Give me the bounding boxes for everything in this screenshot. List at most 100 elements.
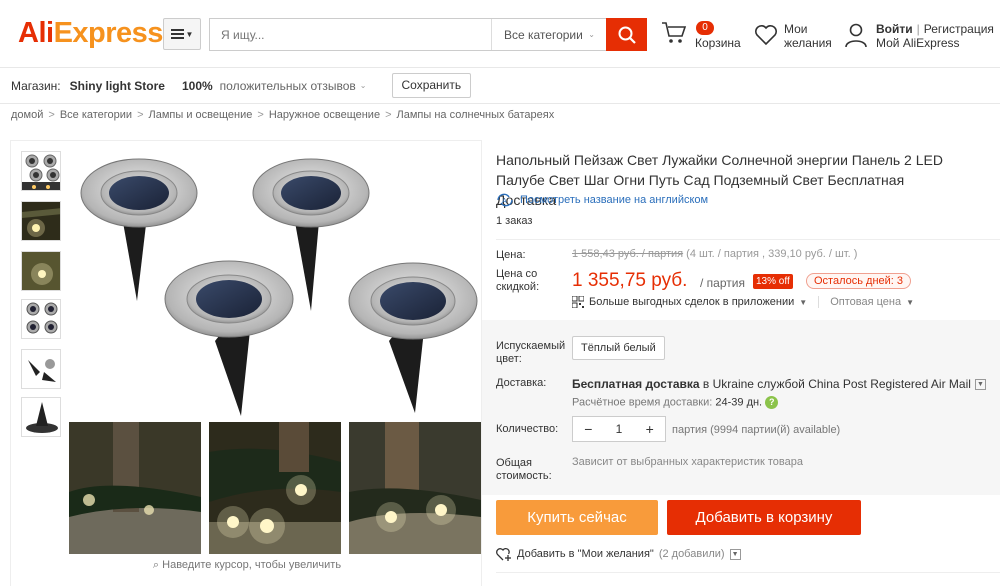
shipping-label: Доставка: (496, 377, 547, 389)
buy-now-button[interactable]: Купить сейчас (496, 500, 658, 535)
add-to-wishlist-label: Добавить в "Мои желания" (517, 548, 654, 560)
chevron-down-icon[interactable]: ▼ (729, 548, 741, 560)
store-label: Магазин: (11, 78, 61, 93)
quantity-stepper: − 1 + (572, 416, 666, 442)
svg-text:A: A (502, 198, 507, 205)
save-store-button[interactable]: Сохранить (391, 73, 472, 98)
cart-icon (662, 22, 687, 43)
wishlist-label-2: желания (784, 36, 832, 50)
product-gallery: ⌕ Наведите курсор, чтобы увеличить (10, 140, 482, 586)
product-photo-garden-3[interactable] (349, 422, 481, 554)
site-header: AliExpress ▼ Все категории ⌄ 0 Корзина М… (0, 0, 1000, 68)
main-product-image[interactable] (69, 151, 479, 421)
price-label: Цена: (496, 249, 526, 261)
breadcrumb-separator: > (385, 109, 392, 121)
search-bar: Все категории ⌄ (209, 18, 607, 51)
wishlist-label-1: Мои (784, 22, 808, 36)
breadcrumb-outdoor[interactable]: Наружное освещение (269, 109, 380, 121)
wishlist-count: (2 добавили) (658, 548, 725, 560)
sale-price-label: Цена со скидкой: (496, 268, 540, 293)
per-lot-label: / партия (700, 276, 745, 290)
total-cost-label: Общая стоимость: (496, 457, 552, 482)
shipping-method-text: в Ukraine службой China Post Registered … (699, 377, 971, 391)
wholesale-price-link[interactable]: Оптовая цена (830, 296, 901, 308)
heart-icon (755, 25, 777, 46)
delivery-time: Расчётное время доставки: 24-39 дн. ? (572, 396, 779, 409)
quantity-decrease-button[interactable]: − (573, 421, 604, 437)
delivery-time-label: Расчётное время доставки: (572, 396, 713, 409)
zoom-hint-text: Наведите курсор, чтобы увеличить (162, 559, 342, 571)
help-icon[interactable]: ? (765, 396, 779, 409)
store-name-link[interactable]: Shiny light Store (70, 79, 165, 93)
chevron-down-icon: ⌄ (359, 81, 367, 90)
add-to-wishlist-link[interactable]: Добавить в "Мои желания" (2 добавили) ▼ (496, 547, 741, 561)
breadcrumb-solar-lamps[interactable]: Лампы на солнечных батареях (397, 109, 555, 121)
caret-down-icon: ▼ (906, 297, 915, 307)
heart-plus-icon (496, 547, 511, 561)
chevron-down-icon: ⌄ (588, 30, 595, 39)
login-link[interactable]: Войти (876, 22, 913, 36)
divider (496, 239, 1000, 240)
translate-title-label: Посмотреть название на английском (520, 194, 709, 206)
category-select[interactable]: Все категории ⌄ (491, 19, 607, 50)
product-photo-garden-2[interactable] (209, 422, 341, 554)
gallery-thumbnail[interactable] (21, 299, 61, 339)
discount-badge: 13% off (753, 274, 793, 289)
categories-menu-button[interactable]: ▼ (163, 18, 201, 50)
lamp-thumbnail-image (22, 154, 60, 190)
sale-price: 1 355,75 руб. (572, 270, 688, 291)
translate-title-link[interactable]: A Посмотреть название на английском (496, 193, 708, 207)
gallery-thumbnail[interactable] (21, 349, 61, 389)
aliexpress-logo[interactable]: AliExpress (18, 17, 163, 50)
register-link[interactable]: Регистрация (924, 22, 994, 36)
store-rating-percent: 100% (181, 78, 213, 93)
account-separator: | (916, 22, 920, 36)
orders-count: 1 заказ (496, 215, 533, 227)
breadcrumb-all-categories[interactable]: Все категории (60, 109, 132, 121)
app-deals-row: Больше выгодных сделок в приложении ▼ Оп… (572, 296, 914, 308)
logo-ali: Ali (18, 17, 54, 49)
breadcrumb-home[interactable]: домой (11, 109, 43, 121)
availability-text: партия (9994 партии(й) available) (672, 424, 841, 436)
gallery-thumbnail[interactable] (21, 201, 61, 241)
add-to-cart-button[interactable]: Добавить в корзину (667, 500, 861, 535)
tree-lamps-photo-image (349, 422, 481, 554)
translate-icon: A (497, 193, 513, 207)
magnifier-icon: ⌕ (152, 559, 163, 571)
original-price-value: 1 558,43 руб. / партия (572, 248, 684, 260)
search-button[interactable] (606, 18, 647, 51)
cart-link[interactable]: 0 Корзина (661, 20, 741, 52)
shipping-method[interactable]: Бесплатная доставка в Ukraine службой Ch… (572, 377, 986, 391)
color-label: Испускаемый цвет: (496, 340, 566, 365)
lamp-set-thumbnail-image (26, 302, 58, 334)
divider (496, 572, 1000, 573)
my-aliexpress-link[interactable]: Мой AliExpress (876, 36, 960, 50)
product-info: Напольный Пейзаж Свет Лужайки Солнечной … (482, 140, 1000, 586)
original-price-note: (4 шт. / партия , 339,10 руб. / шт. ) (686, 248, 858, 260)
search-input[interactable] (210, 19, 491, 50)
user-icon (845, 23, 867, 48)
chevron-down-icon: ▼ (974, 379, 986, 391)
breadcrumb-separator: > (137, 109, 144, 121)
breadcrumb-separator: > (257, 109, 264, 121)
total-cost-value: Зависит от выбранных характеристик товар… (572, 456, 803, 468)
color-option-warm-white[interactable]: Тёплый белый (572, 336, 665, 360)
quantity-label: Количество: (496, 423, 559, 435)
garden-photo-image (69, 422, 201, 554)
gallery-thumbnail[interactable] (21, 151, 61, 191)
gallery-thumbnail[interactable] (21, 397, 61, 437)
days-left-badge: Осталось дней: 3 (806, 273, 912, 289)
lit-lamps-photo-image (209, 422, 341, 554)
product-options-panel: Испускаемый цвет: Тёплый белый Доставка:… (482, 320, 1000, 495)
breadcrumb: домой > Все категории > Лампы и освещение > На… (11, 109, 554, 121)
qr-code-icon (572, 296, 584, 308)
product-photo-garden-1[interactable] (69, 422, 201, 554)
store-rating-text[interactable]: положительных отзывов (220, 79, 356, 93)
divider (818, 296, 820, 308)
app-deals-link[interactable]: Больше выгодных сделок в приложении (589, 296, 794, 308)
gallery-thumbnail[interactable] (21, 251, 61, 291)
quantity-increase-button[interactable]: + (634, 421, 665, 437)
breadcrumb-lighting[interactable]: Лампы и освещение (149, 109, 253, 121)
quantity-input[interactable]: 1 (604, 422, 635, 436)
search-icon (618, 26, 636, 44)
